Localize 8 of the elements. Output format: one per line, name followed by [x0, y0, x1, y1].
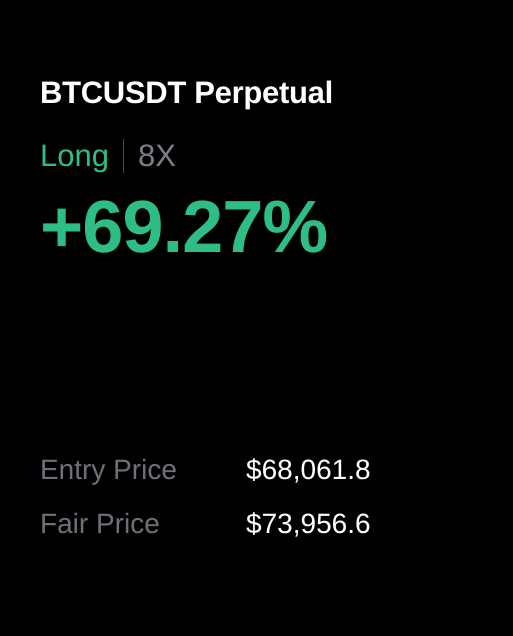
price-value: $68,061.8 — [246, 453, 371, 487]
pnl-percent: +69.27% — [40, 185, 328, 269]
position-side: Long — [40, 137, 109, 175]
price-label: Entry Price — [40, 453, 178, 487]
leverage: 8X — [138, 137, 176, 175]
price-value: $73,956.6 — [246, 507, 371, 541]
symbol-title: BTCUSDT Perpetual — [40, 74, 334, 112]
price-label: Fair Price — [40, 507, 161, 541]
